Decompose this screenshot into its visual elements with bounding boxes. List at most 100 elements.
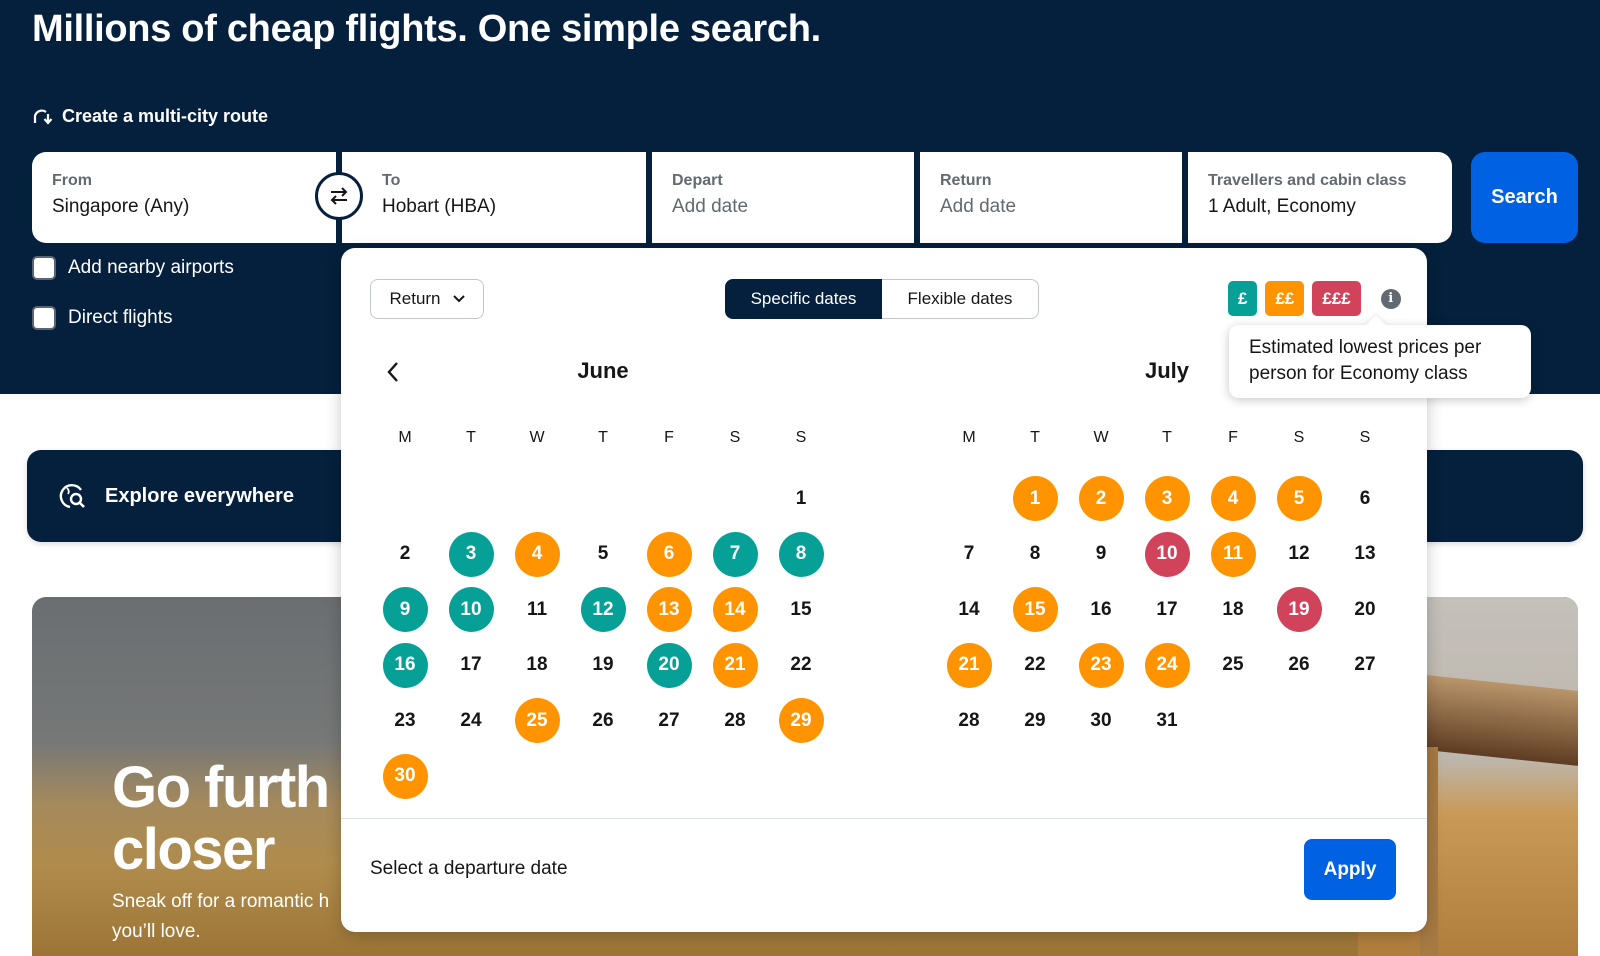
tab-specific-dates[interactable]: Specific dates [725, 279, 882, 319]
day-low-price[interactable]: 3 [448, 531, 494, 577]
depart-date-field[interactable]: Depart Add date [652, 152, 914, 243]
day-mid-price[interactable]: 30 [382, 753, 428, 799]
day-low-price[interactable]: 8 [778, 531, 824, 577]
day-low-price[interactable]: 9 [382, 587, 428, 633]
day[interactable]: 19 [581, 643, 626, 688]
promo-title: Go furth closer [112, 757, 330, 881]
day-cell: 11 [504, 582, 570, 638]
search-button[interactable]: Search [1471, 152, 1578, 243]
day[interactable]: 17 [449, 643, 494, 688]
from-field[interactable]: From Singapore (Any) [32, 152, 336, 243]
day[interactable]: 11 [515, 587, 560, 632]
day-low-price[interactable]: 10 [448, 587, 494, 633]
checkbox-box[interactable] [32, 306, 56, 330]
day-cell: 4 [504, 527, 570, 583]
day[interactable]: 28 [947, 698, 992, 743]
day[interactable]: 24 [449, 698, 494, 743]
tab-flexible-dates[interactable]: Flexible dates [882, 279, 1039, 319]
empty-day-cell [702, 471, 768, 527]
day-mid-price[interactable]: 4 [1210, 476, 1256, 522]
day[interactable]: 26 [581, 698, 626, 743]
checkbox-box[interactable] [32, 256, 56, 280]
to-field[interactable]: To Hobart (HBA) [342, 152, 646, 243]
day-mid-price[interactable]: 14 [712, 587, 758, 633]
day[interactable]: 14 [947, 587, 992, 632]
day-mid-price[interactable]: 21 [712, 642, 758, 688]
nearby-airports-checkbox[interactable]: Add nearby airports [32, 256, 234, 280]
day-cell: 3 [1134, 471, 1200, 527]
day-mid-price[interactable]: 1 [1012, 476, 1058, 522]
day[interactable]: 26 [1277, 643, 1322, 688]
trip-type-select[interactable]: Return [370, 279, 484, 319]
day-mid-price[interactable]: 11 [1210, 531, 1256, 577]
day-mid-price[interactable]: 3 [1144, 476, 1190, 522]
weekday: T [598, 429, 608, 446]
day-cell: 19 [1266, 582, 1332, 638]
travellers-cabin-field[interactable]: Travellers and cabin class 1 Adult, Econ… [1188, 152, 1452, 243]
day-cell: 14 [936, 582, 1002, 638]
month-july: July M T W T F S S 1 2 3 4 5 6 7 8 9 10 11 12 13 14 15… [936, 358, 1398, 749]
day-cell: 25 [504, 693, 570, 749]
day-low-price[interactable]: 20 [646, 642, 692, 688]
day-cell: 24 [1134, 638, 1200, 694]
day[interactable]: 27 [647, 698, 692, 743]
direct-flights-checkbox[interactable]: Direct flights [32, 306, 173, 330]
day[interactable]: 29 [1013, 698, 1058, 743]
day-high-price[interactable]: 10 [1144, 531, 1190, 577]
day[interactable]: 17 [1145, 587, 1190, 632]
to-value: Hobart (HBA) [382, 196, 497, 217]
day[interactable]: 9 [1079, 532, 1124, 577]
day[interactable]: 18 [1211, 587, 1256, 632]
day[interactable]: 15 [779, 587, 824, 632]
day-cell: 7 [936, 527, 1002, 583]
info-icon[interactable]: i [1380, 288, 1401, 309]
day[interactable]: 22 [1013, 643, 1058, 688]
day-mid-price[interactable]: 23 [1078, 642, 1124, 688]
day-low-price[interactable]: 16 [382, 642, 428, 688]
day[interactable]: 1 [779, 476, 824, 521]
day[interactable]: 5 [581, 532, 626, 577]
day-mid-price[interactable]: 5 [1276, 476, 1322, 522]
day-high-price[interactable]: 19 [1276, 587, 1322, 633]
day[interactable]: 18 [515, 643, 560, 688]
day[interactable]: 28 [713, 698, 758, 743]
day-mid-price[interactable]: 29 [778, 698, 824, 744]
date-mode-toggle: Specific dates Flexible dates [725, 279, 1039, 319]
return-date-field[interactable]: Return Add date [920, 152, 1182, 243]
day-mid-price[interactable]: 21 [946, 642, 992, 688]
day-mid-price[interactable]: 15 [1012, 587, 1058, 633]
day[interactable]: 25 [1211, 643, 1256, 688]
day-low-price[interactable]: 12 [580, 587, 626, 633]
price-info-tooltip: Estimated lowest prices per person for E… [1229, 325, 1531, 398]
day[interactable]: 23 [383, 698, 428, 743]
day[interactable]: 13 [1343, 532, 1388, 577]
day[interactable]: 16 [1079, 587, 1124, 632]
day-cell: 29 [768, 693, 834, 749]
day[interactable]: 30 [1079, 698, 1124, 743]
day-mid-price[interactable]: 4 [514, 531, 560, 577]
day-mid-price[interactable]: 25 [514, 698, 560, 744]
day[interactable]: 2 [383, 532, 428, 577]
day[interactable]: 27 [1343, 643, 1388, 688]
day[interactable]: 7 [947, 532, 992, 577]
day-cell: 13 [636, 582, 702, 638]
day[interactable]: 20 [1343, 587, 1388, 632]
weekday: F [664, 429, 674, 446]
day-mid-price[interactable]: 6 [646, 531, 692, 577]
day-mid-price[interactable]: 24 [1144, 642, 1190, 688]
day-mid-price[interactable]: 13 [646, 587, 692, 633]
day-cell: 5 [570, 527, 636, 583]
travellers-value: 1 Adult, Economy [1208, 196, 1356, 217]
swap-locations-button[interactable] [315, 172, 363, 220]
day-cell: 25 [1200, 638, 1266, 694]
day[interactable]: 6 [1343, 476, 1388, 521]
apply-button[interactable]: Apply [1304, 839, 1396, 900]
day[interactable]: 22 [779, 643, 824, 688]
day[interactable]: 12 [1277, 532, 1322, 577]
day-mid-price[interactable]: 2 [1078, 476, 1124, 522]
day[interactable]: 8 [1013, 532, 1058, 577]
multi-city-link[interactable]: Create a multi-city route [32, 106, 268, 127]
travellers-label: Travellers and cabin class [1208, 172, 1407, 189]
day[interactable]: 31 [1145, 698, 1190, 743]
day-low-price[interactable]: 7 [712, 531, 758, 577]
